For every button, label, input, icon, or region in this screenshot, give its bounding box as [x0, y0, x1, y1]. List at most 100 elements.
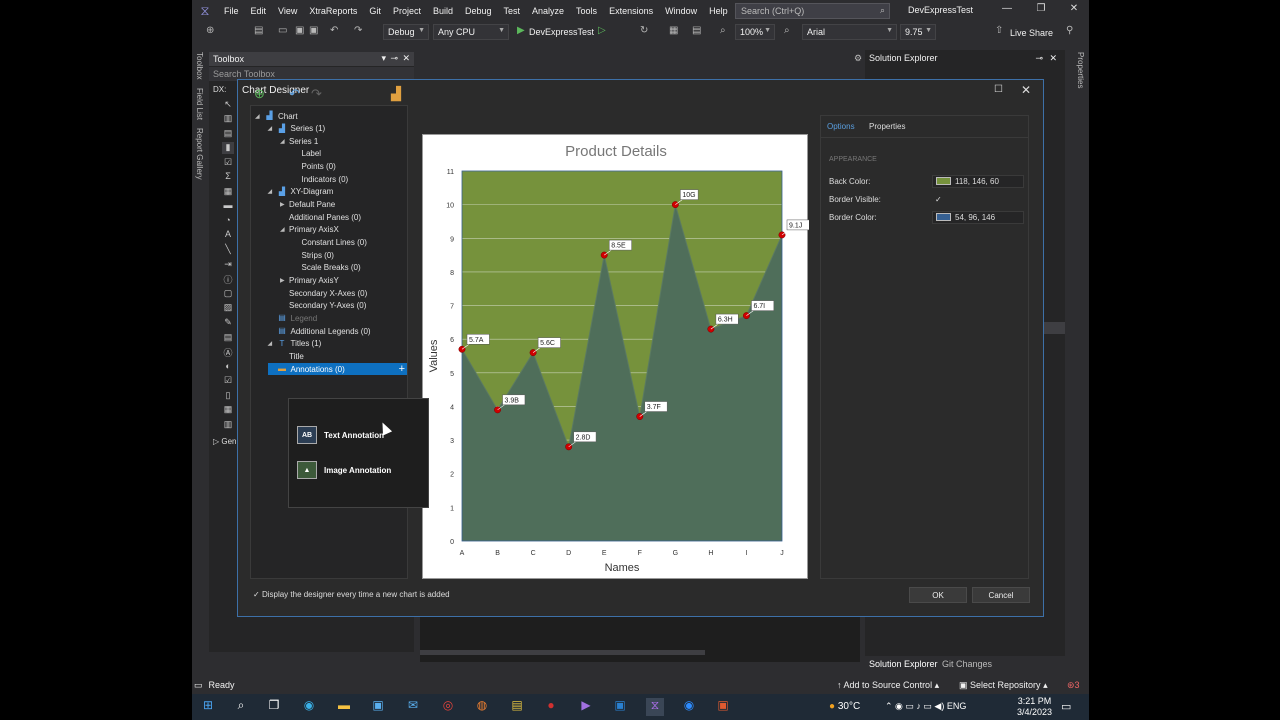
file-explorer-icon[interactable]: ▬ [335, 698, 353, 716]
border-color-field[interactable]: 54, 96, 146 [932, 210, 1024, 224]
tree-node[interactable]: Scale Breaks (0) [293, 262, 361, 274]
menu-help[interactable]: Help [703, 6, 734, 16]
expanded-arrow-icon[interactable]: ◢ [280, 138, 289, 145]
chart-preview[interactable]: Product Details Names Values 0 1 2 3 4 5 6 7 8 9 1… [422, 134, 810, 579]
tab-options[interactable]: Options [827, 122, 855, 131]
border-visible-checkbox[interactable]: ✓ [932, 193, 1024, 206]
task-view-icon[interactable]: ❐ [265, 698, 283, 716]
tree-node[interactable]: Secondary Y-Axes (0) [280, 300, 366, 312]
live-share-icon[interactable]: ⇧ [995, 25, 1003, 36]
close-window-button[interactable]: ✕ [1059, 3, 1089, 19]
toolbox-general-group[interactable]: ▷ Gen [213, 437, 237, 446]
scroll-thumb[interactable] [420, 650, 705, 655]
restart-icon[interactable]: ↻ [640, 25, 648, 36]
side-tab-toolbox[interactable]: Toolbox [195, 52, 204, 80]
tree-node[interactable]: ◢ Primary AxisX [280, 224, 339, 236]
config-select[interactable]: Debug ▼ [383, 24, 429, 40]
platform-select[interactable]: Any CPU ▼ [433, 24, 509, 40]
label-tool-icon[interactable]: A [222, 229, 234, 241]
tree-node[interactable]: ▤ Additional Legends (0) [268, 325, 370, 337]
mail-icon[interactable]: ✉ [404, 698, 422, 716]
chrome-icon[interactable]: ◎ [439, 698, 457, 716]
picture-box-icon[interactable]: ▨ [222, 302, 234, 314]
data-point[interactable] [671, 201, 679, 209]
output-icon[interactable]: ▭ [194, 680, 203, 691]
rich-text-icon[interactable]: ▤ [222, 332, 234, 344]
menu-window[interactable]: Window [659, 6, 703, 16]
new-project-icon[interactable]: ▤ [254, 25, 263, 36]
gauge-icon[interactable]: ◔ [222, 215, 234, 227]
notifications-icon[interactable]: ▭ [1061, 700, 1071, 713]
side-tab-properties[interactable]: Properties [1076, 52, 1085, 88]
start-without-debug-icon[interactable]: ▷ [598, 25, 606, 36]
menu-git[interactable]: Git [363, 6, 387, 16]
tree-node[interactable]: ▶ Primary AxisY [280, 274, 339, 286]
firefox-icon[interactable]: ◍ [473, 698, 491, 716]
data-point[interactable] [529, 349, 537, 357]
feedback-icon[interactable]: ⚲ [1066, 25, 1073, 36]
menu-tools[interactable]: Tools [570, 6, 603, 16]
tree-node[interactable]: Indicators (0) [293, 173, 349, 185]
undo-icon[interactable]: ↶ [330, 25, 338, 36]
app-icon[interactable]: ● [542, 698, 560, 716]
powerpoint-icon[interactable]: ▣ [714, 698, 732, 716]
line-tool-icon[interactable]: ╲ [222, 244, 234, 256]
close-icon[interactable]: ✕ [402, 53, 410, 64]
expanded-arrow-icon[interactable]: ◢ [280, 226, 289, 233]
menu-xtrareports[interactable]: XtraReports [303, 6, 363, 16]
outlook-icon[interactable]: ▣ [611, 698, 629, 716]
tree-node[interactable]: Constant Lines (0) [293, 237, 367, 249]
tree-node[interactable]: ◢ ▟ Series (1) [268, 123, 326, 135]
live-share-button[interactable]: Live Share [1010, 28, 1053, 38]
clock[interactable]: 3:21 PM 3/4/2023 [1017, 696, 1052, 718]
menu-analyze[interactable]: Analyze [526, 6, 570, 16]
menu-test[interactable]: Test [498, 6, 527, 16]
tree-node[interactable]: ◢ ▟ Chart [255, 110, 298, 122]
dialog-close-button[interactable]: ✕ [1021, 83, 1031, 97]
visual-studio-code-icon[interactable]: ▶ [577, 698, 595, 716]
back-color-field[interactable]: 118, 146, 60 [932, 174, 1024, 188]
tree-node[interactable]: ◢ Series 1 [280, 135, 318, 147]
font-size-select[interactable]: 9.75 ▼ [900, 24, 936, 40]
font-select[interactable]: Arial ▼ [802, 24, 897, 40]
image-annotation-item[interactable]: ▲ Image Annotation [297, 461, 391, 479]
tab-solution-explorer[interactable]: Solution Explorer [869, 659, 938, 669]
expanded-arrow-icon[interactable]: ◢ [268, 188, 277, 195]
expanded-arrow-icon[interactable]: ◢ [255, 113, 264, 120]
page-break-icon[interactable]: ⇥ [222, 259, 234, 271]
visual-studio-icon[interactable]: ⧖ [646, 698, 664, 716]
tree-node[interactable]: Strips (0) [293, 249, 334, 261]
expanded-arrow-icon[interactable]: ◢ [268, 340, 277, 347]
menu-edit[interactable]: Edit [245, 6, 273, 16]
notification-badge[interactable]: ⊛3 [1067, 680, 1080, 691]
data-point[interactable] [707, 325, 715, 333]
search-icon[interactable]: ⌕ [232, 698, 250, 716]
browser-icon[interactable]: ▦ [669, 25, 678, 36]
chevron-down-icon[interactable]: ▾ [381, 53, 386, 64]
menu-view[interactable]: View [272, 6, 303, 16]
zoom-in-icon[interactable]: ⌕ [784, 25, 790, 36]
maximize-button[interactable]: ☐ [994, 84, 1003, 95]
tree-node[interactable]: ▤ Legend [268, 312, 317, 324]
tree-node[interactable]: Label [293, 148, 322, 160]
start-icon[interactable]: ▶ [517, 25, 525, 36]
cancel-button[interactable]: Cancel [972, 587, 1030, 603]
pin-icon[interactable]: ⊸ [1035, 53, 1043, 64]
side-tab-field-list[interactable]: Field List [195, 88, 204, 120]
grid-tool-icon[interactable]: ▦ [222, 404, 234, 416]
tree-node[interactable]: ◢ ▟ XY-Diagram [268, 186, 334, 198]
horizontal-scrollbar[interactable] [420, 650, 850, 655]
store-icon[interactable]: ▣ [369, 698, 387, 716]
tab-properties[interactable]: Properties [869, 122, 905, 131]
checkbox-tool-icon[interactable]: ☑ [222, 157, 234, 169]
save-icon[interactable]: ▣ [295, 25, 304, 36]
expanded-arrow-icon[interactable]: ◢ [268, 125, 277, 132]
zoom-app-icon[interactable]: ◉ [680, 698, 698, 716]
tree-node[interactable]: ▬ Annotations (0) + [267, 363, 407, 375]
text-tool-icon[interactable]: Ⓐ [222, 346, 234, 358]
redo-icon[interactable]: ↷ [311, 86, 322, 102]
notepad-icon[interactable]: ▤ [508, 698, 526, 716]
tree-node[interactable]: ▶ Default Pane [280, 199, 335, 211]
scroll-thumb[interactable] [1043, 322, 1065, 334]
system-tray[interactable]: ⌃ ◉ ▭ ♪ ▭ ◀) ENG [885, 701, 966, 712]
